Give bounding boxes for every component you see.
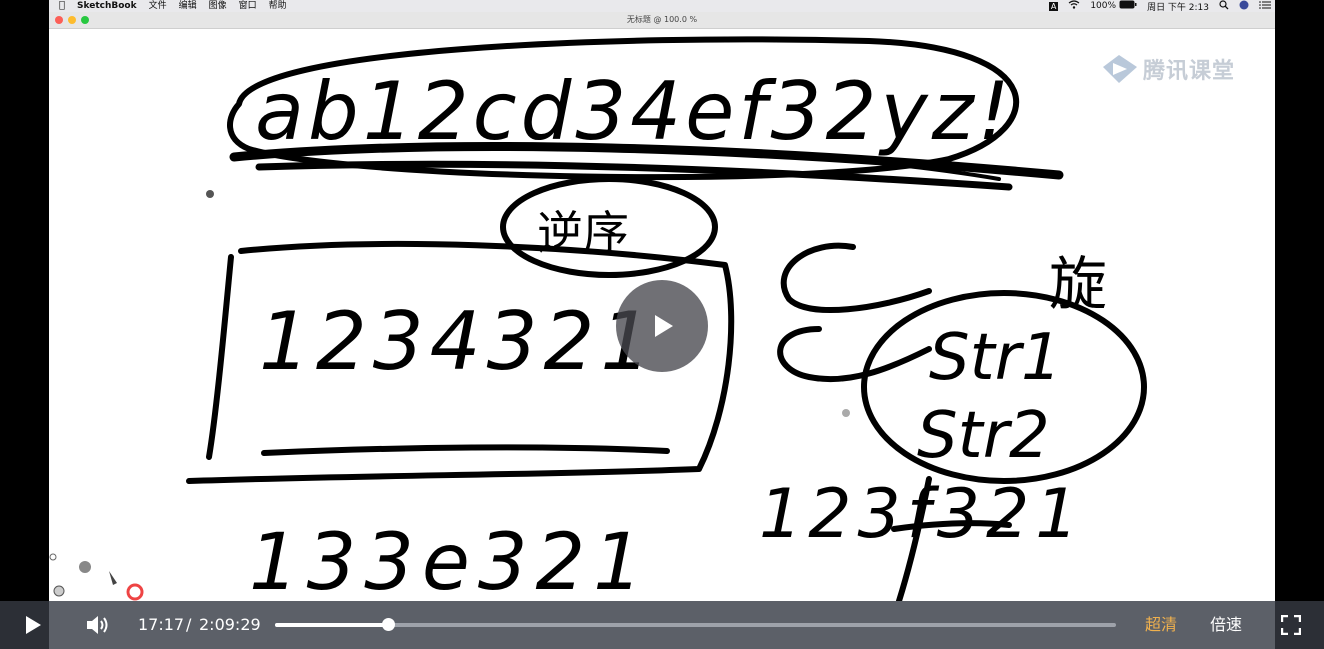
notification-center-icon[interactable] (1259, 0, 1271, 13)
progress-scrubber[interactable] (382, 618, 395, 631)
dot-2 (842, 409, 850, 417)
speed-button[interactable]: 倍速 (1210, 613, 1242, 637)
spotlight-icon[interactable] (1219, 0, 1229, 13)
apple-icon[interactable]:  (59, 0, 65, 12)
current-time: 17:17 (138, 615, 185, 634)
quality-button[interactable]: 超清 (1145, 613, 1177, 637)
play-icon (26, 616, 41, 634)
watermark-text: 腾讯课堂 (1143, 59, 1236, 84)
close-window-button[interactable] (55, 16, 63, 24)
time-separator: / (186, 615, 192, 634)
sketch-circle-right-1: Str1 (929, 321, 1062, 395)
battery-icon[interactable] (1119, 0, 1137, 12)
sketch-box-text: 1234321 (259, 295, 657, 388)
minimize-window-button[interactable] (68, 16, 76, 24)
sketch-circle-label: 逆序 (537, 206, 629, 260)
menu-edit[interactable]: 编辑 (179, 0, 197, 12)
dot-1 (206, 190, 214, 198)
g-shape-stroke (777, 242, 932, 383)
tencent-logo-icon (1103, 55, 1137, 83)
box-inner-line (261, 444, 670, 456)
battery-percent: 100% (1090, 1, 1117, 11)
sketch-bottom-left-text: 133e321 (249, 518, 651, 601)
pen-tool-icon (109, 571, 117, 585)
play-pause-button[interactable] (22, 613, 46, 637)
progress-track[interactable] (275, 623, 1116, 627)
mac-menubar:  SketchBook 文件 编辑 图像 窗口 帮助 A 100% 周日 下午… (49, 0, 1275, 13)
menubar-clock[interactable]: 周日 下午 2:13 (1147, 0, 1209, 13)
fullscreen-icon (1280, 614, 1302, 636)
menu-help[interactable]: 帮助 (269, 0, 287, 12)
tool-palette (49, 553, 144, 601)
menu-file[interactable]: 文件 (149, 0, 167, 12)
sketch-bottom-right-text: 123f321 (759, 475, 1085, 554)
menu-image[interactable]: 图像 (209, 0, 227, 12)
sketch-line1-text: ab12cd34ef32yz! (255, 65, 1014, 158)
layer-badge-icon (53, 585, 65, 597)
window-titlebar: 无标题 @ 100.0 % (49, 12, 1275, 29)
volume-button[interactable] (85, 613, 111, 637)
input-source-icon[interactable]: A (1048, 1, 1059, 11)
volume-icon (87, 616, 108, 634)
big-play-button[interactable] (616, 280, 708, 372)
progress-fill (275, 623, 388, 627)
play-icon (655, 315, 673, 337)
sketch-right-label: 旋 (1049, 250, 1107, 318)
color-wheel-icon (126, 583, 144, 601)
tencent-classroom-watermark: 腾讯课堂 (1101, 53, 1235, 85)
duration: 2:09:29 (199, 615, 261, 634)
sketch-circle-right-2: Str2 (917, 399, 1050, 473)
brush-tool-icon (79, 561, 91, 573)
window-title: 无标题 @ 100.0 % (626, 15, 698, 24)
settings-gear-icon (49, 553, 57, 561)
zoom-window-button[interactable] (81, 16, 89, 24)
menu-app-name[interactable]: SketchBook (77, 0, 137, 12)
wifi-icon[interactable] (1068, 0, 1080, 12)
fullscreen-button[interactable] (1280, 614, 1302, 636)
menu-window[interactable]: 窗口 (239, 0, 257, 12)
siri-icon[interactable] (1239, 0, 1249, 13)
